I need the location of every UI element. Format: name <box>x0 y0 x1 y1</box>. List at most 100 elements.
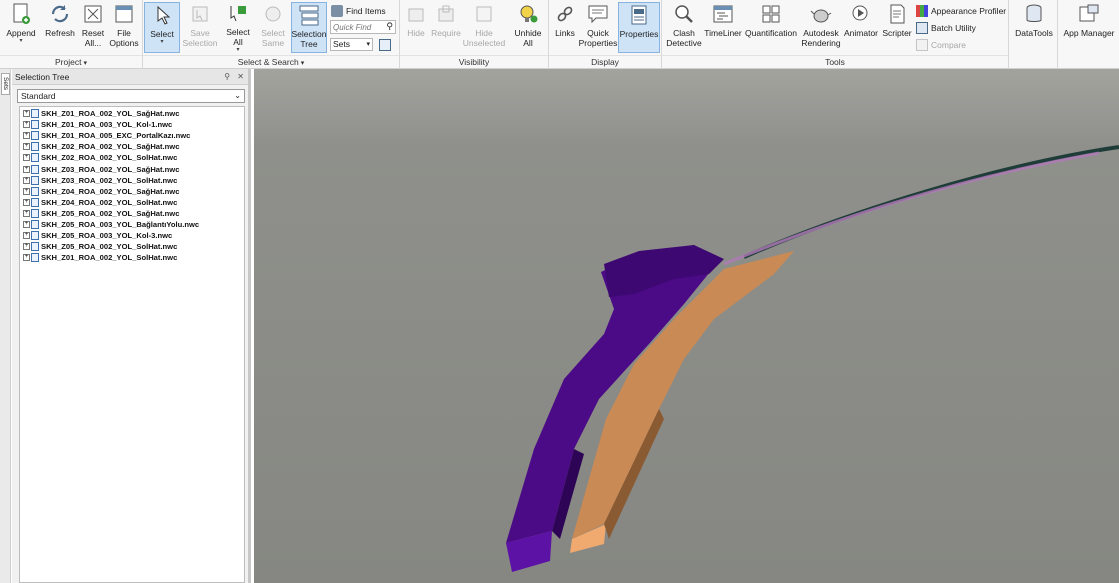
file-icon <box>31 142 39 152</box>
pin-icon[interactable]: ⚲ <box>224 72 230 81</box>
expand-icon[interactable]: + <box>23 232 30 240</box>
project-group: Append ▾ Refresh Reset All... File Optio… <box>0 0 143 69</box>
tree-mode-dropdown[interactable]: Standard ⌄ <box>17 89 245 103</box>
hide-unselected-icon <box>472 2 496 26</box>
file-icon <box>31 153 39 163</box>
tree-item[interactable]: + SKH_Z05_ROA_002_YOL_SolHat.nwc <box>20 241 244 252</box>
project-group-label[interactable]: Project ▾ <box>0 55 142 68</box>
select-button[interactable]: Select ▾ <box>144 2 180 53</box>
expand-icon[interactable]: + <box>23 110 30 118</box>
autodesk-rendering-button[interactable]: Autodesk Rendering <box>799 2 843 53</box>
append-button[interactable]: Append ▾ <box>3 2 39 53</box>
ribbon: Append ▾ Refresh Reset All... File Optio… <box>0 0 1119 69</box>
hide-unselected-button[interactable]: Hide Unselected <box>462 2 506 53</box>
links-button[interactable]: Links <box>552 2 578 53</box>
compare-button[interactable]: Compare <box>916 37 966 52</box>
expand-icon[interactable]: + <box>23 143 30 151</box>
save-selection-button[interactable]: Save Selection <box>183 2 217 53</box>
appearance-profiler-button[interactable]: Appearance Profiler <box>916 3 1006 18</box>
file-icon <box>31 175 39 185</box>
append-icon <box>9 2 33 26</box>
quantification-button[interactable]: Quantification <box>744 2 798 53</box>
expand-icon[interactable]: + <box>23 187 30 195</box>
tree-item[interactable]: + SKH_Z05_ROA_003_YOL_Kol-3.nwc <box>20 230 244 241</box>
select-all-button[interactable]: Select All ▾ <box>221 2 255 53</box>
chevron-down-icon: ▾ <box>19 38 23 44</box>
timeliner-icon <box>711 2 735 26</box>
scripter-icon <box>885 2 909 26</box>
chevron-down-icon: ⌄ <box>234 91 241 100</box>
select-all-icon <box>226 2 250 25</box>
clash-detective-button[interactable]: Clash Detective <box>664 2 704 53</box>
tree-item[interactable]: + SKH_Z01_ROA_005_EXC_PortalKazı.nwc <box>20 130 244 141</box>
tree-item[interactable]: + SKH_Z03_ROA_002_YOL_SolHat.nwc <box>20 175 244 186</box>
sets-dropdown[interactable]: Sets ▾ <box>330 37 394 52</box>
chevron-down-icon: ▾ <box>366 41 370 48</box>
batch-utility-icon <box>916 21 928 34</box>
selection-tree-button[interactable]: Selection Tree <box>291 2 327 53</box>
tree-item[interactable]: + SKH_Z04_ROA_002_YOL_SolHat.nwc <box>20 197 244 208</box>
tree-item[interactable]: + SKH_Z01_ROA_002_YOL_SağHat.nwc <box>20 108 244 119</box>
hide-button[interactable]: Hide <box>403 2 429 53</box>
expand-icon[interactable]: + <box>23 254 30 262</box>
animator-button[interactable]: Animator <box>843 2 879 53</box>
road-alignment-pink <box>723 151 1100 266</box>
file-icon <box>31 197 39 207</box>
quick-find-input[interactable]: Quick Find ⚲ <box>330 20 396 34</box>
reset-all-button[interactable]: Reset All... <box>78 2 108 53</box>
expand-icon[interactable]: + <box>23 198 30 206</box>
timeliner-button[interactable]: TimeLiner <box>704 2 742 53</box>
tree-item[interactable]: + SKH_Z02_ROA_002_YOL_SağHat.nwc <box>20 141 244 152</box>
file-icon <box>31 231 39 241</box>
select-same-button[interactable]: Select Same <box>257 2 289 53</box>
sets-tab[interactable]: Sets <box>1 73 10 95</box>
tree-item[interactable]: + SKH_Z02_ROA_002_YOL_SolHat.nwc <box>20 152 244 163</box>
tree-item[interactable]: + SKH_Z04_ROA_002_YOL_SağHat.nwc <box>20 186 244 197</box>
chevron-down-icon: ▾ <box>160 39 164 45</box>
tree-item[interactable]: + SKH_Z01_ROA_002_YOL_SolHat.nwc <box>20 252 244 263</box>
save-selection-icon <box>188 2 212 26</box>
expand-icon[interactable]: + <box>23 132 30 140</box>
tools-group: Clash Detective TimeLiner Quantification… <box>662 0 1009 69</box>
select-search-group-label[interactable]: Select & Search ▾ <box>143 55 399 68</box>
tree-item[interactable]: + SKH_Z05_ROA_002_YOL_SağHat.nwc <box>20 208 244 219</box>
batch-utility-button[interactable]: Batch Utility <box>916 20 976 35</box>
datatools-button[interactable]: DataTools <box>1013 2 1055 53</box>
file-options-button[interactable]: File Options <box>108 2 140 53</box>
display-group-label: Display <box>549 55 661 68</box>
file-icon <box>31 186 39 196</box>
visibility-group-label: Visibility <box>400 55 548 68</box>
expand-icon[interactable]: + <box>23 220 30 228</box>
expand-icon[interactable]: + <box>23 243 30 251</box>
datatools-group: DataTools <box>1009 0 1058 69</box>
scripter-button[interactable]: Scripter <box>881 2 913 53</box>
find-items-button[interactable]: Find Items <box>331 3 386 18</box>
properties-icon <box>627 3 651 27</box>
unhide-all-button[interactable]: Unhide All <box>510 2 546 53</box>
tree-item[interactable]: + SKH_Z01_ROA_003_YOL_Kol-1.nwc <box>20 119 244 130</box>
3d-viewport[interactable] <box>254 69 1119 583</box>
close-icon[interactable]: ✕ <box>237 72 244 81</box>
expand-icon[interactable]: + <box>23 209 30 217</box>
panel-title: Selection Tree <box>15 72 70 82</box>
sets-manage-icon[interactable] <box>379 38 391 51</box>
expand-icon[interactable]: + <box>23 154 30 162</box>
display-group: Links Quick Properties Properties Displa… <box>549 0 662 69</box>
quick-properties-button[interactable]: Quick Properties <box>579 2 617 53</box>
lightbulb-icon <box>516 2 540 26</box>
file-icon <box>31 242 39 252</box>
app-manager-button[interactable]: App Manager <box>1061 2 1117 53</box>
expand-icon[interactable]: + <box>23 165 30 173</box>
speech-bubble-icon <box>586 2 610 26</box>
reset-icon <box>81 2 105 26</box>
tree-item[interactable]: + SKH_Z05_ROA_003_YOL_BağlantıYolu.nwc <box>20 219 244 230</box>
expand-icon[interactable]: + <box>23 176 30 184</box>
require-button[interactable]: Require <box>430 2 462 53</box>
properties-button[interactable]: Properties <box>618 2 660 53</box>
select-same-icon <box>261 2 285 26</box>
refresh-button[interactable]: Refresh <box>43 2 77 53</box>
file-options-icon <box>112 2 136 26</box>
tree-item[interactable]: + SKH_Z03_ROA_002_YOL_SağHat.nwc <box>20 163 244 174</box>
compare-icon <box>916 38 928 51</box>
expand-icon[interactable]: + <box>23 121 30 129</box>
